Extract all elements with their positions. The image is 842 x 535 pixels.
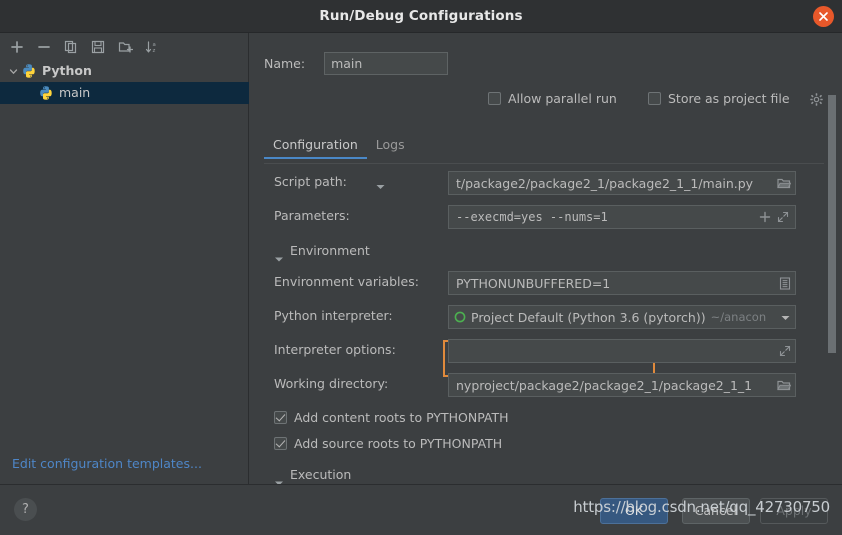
copy-icon[interactable] [59,35,83,58]
add-source-roots-row: Add source roots to PYTHONPATH [250,433,842,455]
python-interpreter-label: Python interpreter: [274,308,393,323]
environment-section-label: Environment [290,243,377,258]
add-configuration-button[interactable] [5,35,29,58]
execution-section-label: Execution [290,467,359,482]
chevron-down-icon[interactable] [5,63,21,79]
folder-open-icon[interactable] [777,177,791,190]
chevron-down-icon[interactable] [274,472,284,484]
python-icon [38,85,54,101]
tab-divider [264,163,824,164]
checkbox-box [488,92,501,105]
dialog-footer: ? OK Cancel Apply https://blog.csdn.net/… [0,484,842,535]
working-directory-row: Working directory: nyproject/package2/pa… [250,373,842,397]
add-content-roots-label: Add content roots to PYTHONPATH [294,410,509,425]
interpreter-options-label: Interpreter options: [274,342,396,357]
close-icon[interactable] [813,6,834,27]
name-row: Name: main [264,52,449,75]
add-source-roots-checkbox[interactable]: Add source roots to PYTHONPATH [274,436,502,451]
configuration-form: Script path: t/package2/package2_1/packa… [250,171,842,484]
configuration-editor-panel: Name: main Allow parallel run Store as p… [250,33,842,484]
sidebar-item-main[interactable]: main [0,82,249,104]
expand-icon[interactable] [777,211,789,223]
store-as-project-file-checkbox[interactable]: Store as project file [648,91,790,106]
environment-variables-row: Environment variables: PYTHONUNBUFFERED=… [250,271,842,295]
sidebar-item-label: main [59,85,91,100]
tab-configuration[interactable]: Configuration [264,137,367,159]
python-interpreter-dropdown[interactable]: Project Default (Python 3.6 (pytorch)) ~… [448,305,796,329]
window-title: Run/Debug Configurations [319,8,523,24]
script-path-label: Script path: [274,174,347,189]
environment-variables-value: PYTHONUNBUFFERED=1 [456,275,611,291]
interpreter-options-row: Interpreter options: [250,339,842,363]
list-edit-icon[interactable] [779,276,791,290]
parameters-row: Parameters: --execmd=yes --nums=1 [250,205,842,231]
working-directory-field-wrap: nyproject/package2/package2_1/package2_1… [448,373,796,397]
remove-configuration-button[interactable] [32,35,56,58]
parameters-value: --execmd=yes --nums=1 [456,210,608,224]
run-debug-configurations-window: Run/Debug Configurations a z Python main… [0,0,842,535]
working-directory-label: Working directory: [274,376,389,391]
script-path-value: t/package2/package2_1/package2_1_1/main.… [456,175,754,191]
title-bar: Run/Debug Configurations [0,0,842,33]
sort-alpha-icon[interactable]: a z [140,35,164,58]
folder-open-icon[interactable] [777,379,791,392]
python-interpreter-field-wrap: Project Default (Python 3.6 (pytorch)) ~… [448,305,796,329]
python-interpreter-row: Python interpreter: Project Default (Pyt… [250,305,842,329]
environment-variables-input[interactable]: PYTHONUNBUFFERED=1 [448,271,796,295]
tab-logs[interactable]: Logs [367,137,414,159]
environment-variables-field-wrap: PYTHONUNBUFFERED=1 [448,271,796,295]
apply-button[interactable]: Apply [760,498,828,524]
add-content-roots-row: Add content roots to PYTHONPATH [250,407,842,429]
python-interpreter-value: Project Default (Python 3.6 (pytorch)) [471,309,706,325]
vertical-scrollbar[interactable] [828,95,836,353]
plus-icon[interactable] [759,211,771,223]
python-env-circle-icon [454,311,466,323]
editor-tabs: Configuration Logs [264,137,824,165]
execution-section: Execution [250,465,842,484]
folder-add-icon[interactable] [113,35,137,58]
environment-variables-label: Environment variables: [274,274,419,289]
edit-configuration-templates-link[interactable]: Edit configuration templates... [12,456,202,471]
add-source-roots-label: Add source roots to PYTHONPATH [294,436,503,451]
help-button[interactable]: ? [14,498,37,521]
store-as-project-file-label: Store as project file [668,91,790,106]
script-path-row: Script path: t/package2/package2_1/packa… [250,171,842,195]
gear-icon[interactable] [810,91,823,110]
add-content-roots-checkbox[interactable]: Add content roots to PYTHONPATH [274,410,509,425]
checkbox-box [648,92,661,105]
configurations-sidebar: a z Python main Edit configuration templ… [0,33,249,484]
checkbox-box [274,437,287,450]
name-label: Name: [264,56,306,71]
section-divider [290,476,796,477]
allow-parallel-run-checkbox[interactable]: Allow parallel run [488,91,617,106]
environment-section: Environment [250,241,842,263]
cancel-button[interactable]: Cancel [681,498,750,524]
name-input[interactable]: main [324,52,449,75]
python-interpreter-hint: ~/anacon [710,310,767,324]
working-directory-input[interactable]: nyproject/package2/package2_1/package2_1… [448,373,796,397]
script-path-input[interactable]: t/package2/package2_1/package2_1_1/main.… [448,171,796,195]
sidebar-toolbar: a z [0,33,249,60]
interpreter-options-field-wrap [448,339,796,363]
configurations-tree: Python main [0,60,249,104]
expand-icon[interactable] [779,345,791,357]
script-path-field-wrap: t/package2/package2_1/package2_1_1/main.… [448,171,796,195]
python-icon [21,63,37,79]
chevron-down-icon[interactable] [780,310,791,325]
tree-group-python[interactable]: Python [0,60,249,82]
chevron-down-icon[interactable] [375,176,386,195]
working-directory-value: nyproject/package2/package2_1/package2_1… [456,377,753,393]
checkbox-box [274,411,287,424]
ok-button[interactable]: OK [600,498,668,524]
allow-parallel-run-label: Allow parallel run [508,91,617,106]
save-icon[interactable] [86,35,110,58]
parameters-label: Parameters: [274,208,350,223]
tree-group-label: Python [42,63,92,78]
parameters-input[interactable]: --execmd=yes --nums=1 [448,205,796,229]
chevron-down-icon[interactable] [274,248,284,267]
svg-text:z: z [152,48,155,54]
interpreter-options-input[interactable] [448,339,796,363]
